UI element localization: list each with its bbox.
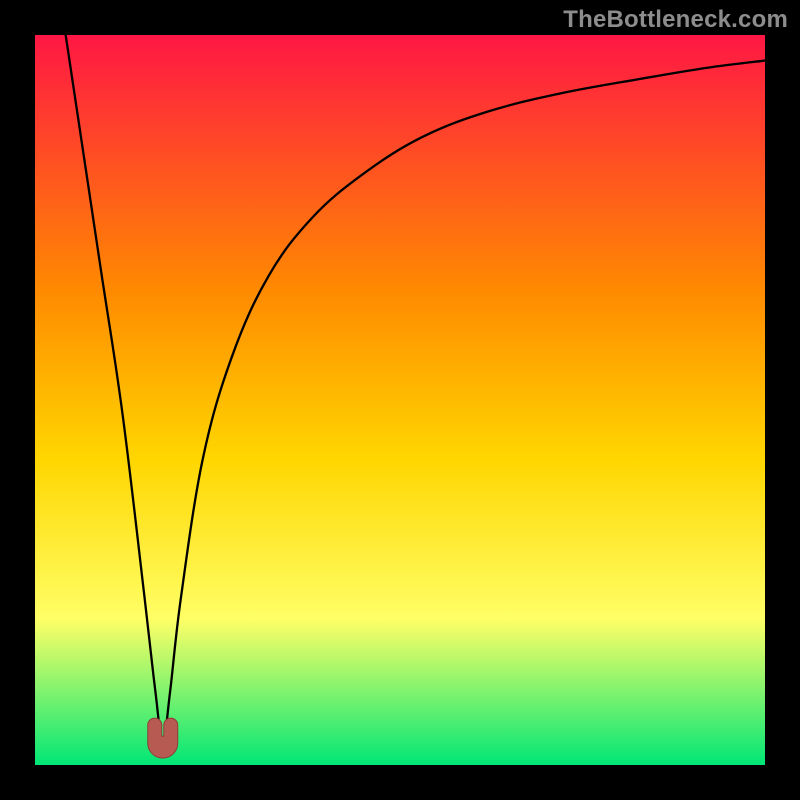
plot-area	[35, 35, 765, 765]
chart-frame: TheBottleneck.com	[0, 0, 800, 800]
gradient-background	[35, 35, 765, 765]
watermark-text: TheBottleneck.com	[563, 6, 788, 34]
chart-svg	[35, 35, 765, 765]
